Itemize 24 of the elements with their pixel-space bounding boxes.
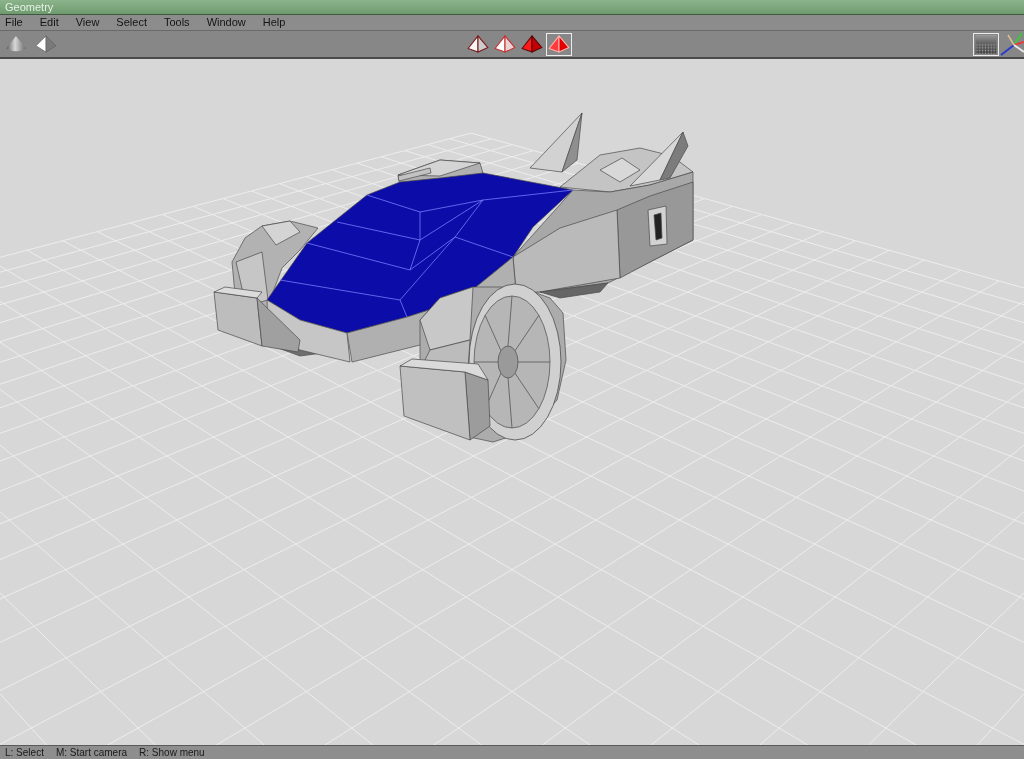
cone-icon bbox=[5, 35, 27, 53]
menu-item[interactable]: Edit bbox=[38, 16, 60, 29]
pyramid-icon bbox=[466, 35, 489, 53]
texture-toggle[interactable] bbox=[973, 32, 999, 56]
shading-mode-button[interactable] bbox=[491, 32, 518, 56]
pyramid-icon bbox=[547, 35, 570, 53]
menu-item[interactable]: Window bbox=[205, 16, 247, 29]
pyramid-icon bbox=[493, 35, 516, 53]
shading-mode-button[interactable] bbox=[545, 32, 572, 56]
window-title: Geometry bbox=[5, 0, 54, 14]
menu-item[interactable]: Select bbox=[115, 16, 148, 29]
status-hint: M: Start camera bbox=[55, 746, 128, 759]
status-hint: R: Show menu bbox=[139, 746, 205, 759]
shading-mode-button[interactable] bbox=[464, 32, 491, 56]
pyramid-icon bbox=[35, 35, 57, 53]
menu-item[interactable]: File bbox=[4, 16, 24, 29]
pyramid-icon bbox=[520, 35, 543, 53]
shading-mode-button[interactable] bbox=[518, 32, 545, 56]
menu-item[interactable]: Tools bbox=[162, 16, 191, 29]
status-hint: L: Select bbox=[5, 746, 44, 759]
texture-swatch-icon bbox=[975, 34, 997, 54]
menu-item[interactable]: View bbox=[74, 16, 101, 29]
axes-icon bbox=[1000, 32, 1024, 56]
menu-item[interactable]: Help bbox=[261, 16, 287, 29]
